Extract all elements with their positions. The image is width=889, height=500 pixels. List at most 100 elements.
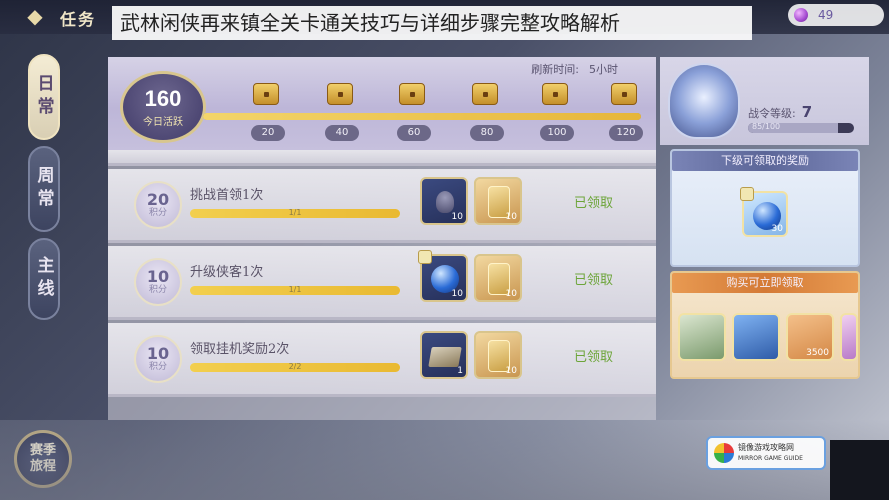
currency-value: 49 (818, 8, 834, 22)
points-unit: 积分 (148, 361, 167, 372)
gem-icon (794, 8, 808, 22)
watermark-logo: 镜像游戏攻略网 MIRROR GAME GUIDE (706, 436, 826, 470)
battle-pass-emblem-icon[interactable] (668, 63, 740, 139)
reward-item[interactable]: 10 (474, 254, 522, 302)
task-row: 10 积分 领取挂机奖励2次 2/2 1 10 已领取 (108, 323, 656, 397)
reward-count: 10 (505, 212, 517, 222)
buy-item-orb-pile[interactable]: 3500 (786, 313, 834, 361)
battle-pass-header: 战令等级: 7 85/100 (660, 57, 869, 145)
puzzle-piece-icon (740, 187, 754, 201)
tab-weekly[interactable]: 周常 (28, 146, 60, 232)
watermark-line1: 镜像游戏攻略网 (738, 442, 794, 452)
task-panel: 160 今日活跃 刷新时间: 5小时 20 40 60 80 100 120 20 积分 挑战首… (108, 57, 656, 420)
tab-daily[interactable]: 日常 (28, 54, 60, 140)
watermark-logo-icon (714, 443, 734, 463)
claimed-status: 已领取 (574, 273, 614, 288)
activity-value: 160 (144, 86, 182, 111)
task-progress-text: 1/1 (288, 285, 302, 294)
activity-label: 今日活跃 (143, 117, 183, 128)
page-title: 任务 (60, 10, 97, 29)
points-badge: 10 积分 (134, 258, 182, 306)
refresh-value: 5小时 (589, 63, 618, 76)
milestone-4[interactable]: 100 (540, 83, 574, 141)
buy-item-card[interactable] (732, 313, 780, 361)
buy-item-count: 3500 (806, 348, 829, 358)
milestone-label: 40 (325, 125, 359, 141)
milestone-label: 100 (540, 125, 574, 141)
refresh-label: 刷新时间: (531, 63, 579, 76)
level-value: 7 (801, 103, 813, 121)
battle-pass-exp-text: 85/100 (752, 122, 781, 131)
next-level-reward-box: 下级可领取的奖励 30 (670, 149, 860, 267)
reward-count: 10 (451, 212, 463, 222)
reward-item[interactable]: 10 (474, 177, 522, 225)
milestone-label: 80 (470, 125, 504, 141)
task-name: 挑战首领1次 (190, 188, 264, 203)
treasure-chest-icon (399, 83, 425, 105)
next-reward-count: 30 (771, 224, 783, 234)
points-unit: 积分 (148, 207, 167, 218)
activity-circle: 160 今日活跃 (120, 71, 206, 143)
next-reward-title: 下级可领取的奖励 (672, 151, 858, 171)
treasure-chest-icon (611, 83, 637, 105)
battle-pass-panel: 战令等级: 7 85/100 下级可领取的奖励 30 购买可立即领取 3500 (660, 57, 869, 420)
task-row: 20 积分 挑战首领1次 1/1 10 10 已领取 (108, 169, 656, 243)
article-caption: 武林闲侠再来镇全关卡通关技巧与详细步骤完整攻略解析 (112, 6, 752, 40)
buy-item-hero-portrait[interactable] (678, 313, 726, 361)
treasure-chest-icon (542, 83, 568, 105)
claimed-status: 已领取 (574, 196, 614, 211)
scroll-icon (428, 347, 462, 367)
activity-bar: 160 今日活跃 刷新时间: 5小时 20 40 60 80 100 120 (108, 57, 656, 150)
level-label: 战令等级: (748, 107, 796, 120)
reward-count: 10 (505, 366, 517, 376)
treasure-chest-icon (327, 83, 353, 105)
reward-count: 10 (505, 289, 517, 299)
task-name: 领取挂机奖励2次 (190, 342, 290, 357)
activity-progress-track (203, 113, 641, 120)
refresh-time: 刷新时间: 5小时 (531, 61, 618, 77)
battle-pass-level: 战令等级: 7 (748, 103, 812, 121)
currency-display[interactable]: 49 (788, 4, 884, 26)
next-reward-item[interactable]: 30 (740, 187, 788, 237)
task-row-partial (108, 150, 656, 166)
milestone-label: 120 (609, 125, 643, 141)
task-name: 升级侠客1次 (190, 265, 264, 280)
milestone-label: 20 (251, 125, 285, 141)
milestone-label: 60 (397, 125, 431, 141)
buy-instant-box: 购买可立即领取 3500 (670, 271, 860, 379)
points-value: 10 (146, 266, 170, 286)
corner-shadow (830, 440, 889, 500)
milestone-1[interactable]: 40 (325, 83, 359, 141)
reward-item[interactable]: 10 (474, 331, 522, 379)
tab-main-quest[interactable]: 主线 (28, 238, 60, 320)
claw-icon (436, 191, 454, 213)
treasure-chest-icon (253, 83, 279, 105)
watermark-text: 镜像游戏攻略网 MIRROR GAME GUIDE (738, 443, 803, 464)
points-value: 20 (146, 189, 170, 209)
buy-title: 购买可立即领取 (672, 273, 858, 293)
treasure-chest-icon (472, 83, 498, 105)
claimed-status: 已领取 (574, 350, 614, 365)
task-progress-text: 1/1 (288, 208, 302, 217)
back-arrow-icon: ◆ (27, 4, 43, 28)
reward-item[interactable]: 1 (420, 331, 468, 379)
reward-item[interactable]: 10 (418, 250, 468, 302)
milestone-5[interactable]: 120 (609, 83, 643, 141)
back-button[interactable]: ◆ (14, 4, 56, 28)
milestone-3[interactable]: 80 (470, 83, 504, 141)
reward-item[interactable]: 10 (420, 177, 468, 225)
buy-item-partial[interactable] (840, 313, 858, 361)
reward-count: 10 (451, 289, 463, 299)
points-badge: 20 积分 (134, 181, 182, 229)
points-badge: 10 积分 (134, 335, 182, 383)
watermark-line2: MIRROR GAME GUIDE (738, 454, 803, 462)
puzzle-piece-icon (418, 250, 432, 264)
milestone-2[interactable]: 60 (397, 83, 431, 141)
task-progress-text: 2/2 (288, 362, 302, 371)
activity-progress-fill (203, 113, 641, 120)
reward-count: 1 (457, 366, 463, 376)
task-row: 10 积分 升级侠客1次 1/1 10 10 已领取 (108, 246, 656, 320)
points-value: 10 (146, 343, 170, 363)
milestone-0[interactable]: 20 (251, 83, 285, 141)
points-unit: 积分 (148, 284, 167, 295)
